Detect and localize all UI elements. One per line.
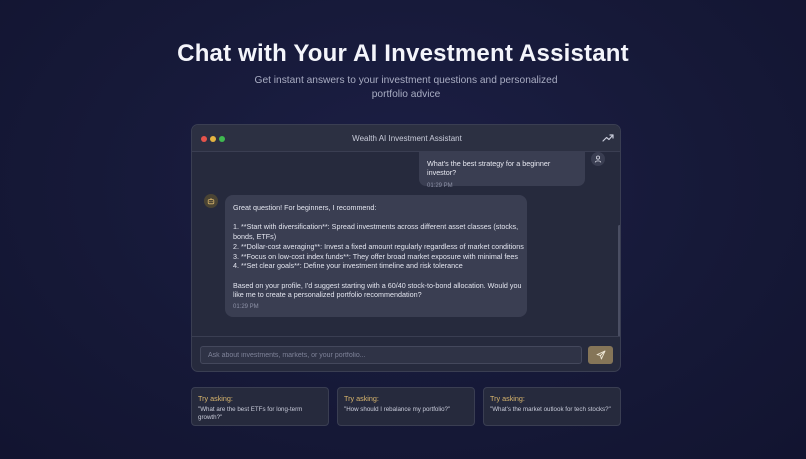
window-titlebar: Wealth AI Investment Assistant <box>192 125 620 152</box>
user-icon <box>594 155 602 163</box>
assistant-message-line: 3. **Focus on low-cost index funds**: Th… <box>233 251 518 261</box>
assistant-message-line: 4. **Set clear goals**: Define your inve… <box>233 261 463 271</box>
send-icon <box>596 350 605 360</box>
suggestion-question: "What's the market outlook for tech stoc… <box>490 406 611 413</box>
suggestion-question: "How should I rebalance my portfolio?" <box>344 406 451 413</box>
user-avatar <box>591 152 605 166</box>
assistant-message-line: 1. **Start with diversification**: Sprea… <box>233 222 519 232</box>
suggestion-label: Try asking: <box>344 394 379 403</box>
suggestion-card[interactable]: Try asking: "What are the best ETFs for … <box>191 387 329 426</box>
assistant-message: Great question! For beginners, I recomme… <box>225 195 527 317</box>
assistant-message-line: Great question! For beginners, I recomme… <box>233 203 377 212</box>
suggestion-card[interactable]: Try asking: "What's the market outlook f… <box>483 387 621 426</box>
chat-window: Wealth AI Investment Assistant What's th… <box>191 124 621 372</box>
user-message-text: What's the best strategy for a beginner … <box>427 159 551 177</box>
assistant-message-line: Based on your profile, I'd suggest start… <box>233 280 522 290</box>
user-message-time: 01:29 PM <box>427 183 453 189</box>
chat-input[interactable] <box>200 346 582 364</box>
trending-up-icon <box>602 134 614 142</box>
assistant-message-time: 01:29 PM <box>233 304 259 310</box>
assistant-avatar <box>204 194 218 208</box>
suggestion-card[interactable]: Try asking: "How should I rebalance my p… <box>337 387 475 426</box>
chat-scrollbar[interactable] <box>618 225 620 336</box>
send-button[interactable] <box>588 346 613 364</box>
assistant-message-line: 2. **Dollar-cost averaging**: Invest a f… <box>233 241 524 251</box>
chat-input-bar <box>192 336 620 371</box>
suggestion-label: Try asking: <box>490 394 525 403</box>
assistant-message-line: bonds, ETFs) <box>233 232 277 242</box>
page-title: Chat with Your AI Investment Assistant <box>177 40 629 67</box>
bot-icon <box>207 198 215 205</box>
chat-messages[interactable]: What's the best strategy for a beginner … <box>192 152 620 336</box>
suggestion-question: "What are the best ETFs for long-term gr… <box>198 406 303 421</box>
window-title: Wealth AI Investment Assistant <box>352 134 462 143</box>
assistant-message-line: like me to create a personalized portfol… <box>233 290 422 300</box>
user-message: What's the best strategy for a beginner … <box>419 152 585 189</box>
page-subtitle: Get instant answers to your investment q… <box>254 75 558 100</box>
suggestion-label: Try asking: <box>198 394 233 403</box>
